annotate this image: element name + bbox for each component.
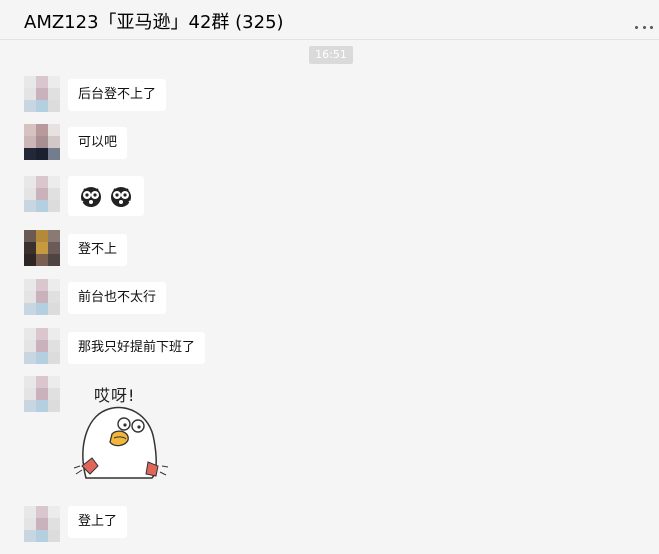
message-bubble[interactable]: 后台登不上了	[68, 79, 167, 111]
chat-window: AMZ123「亚马逊」42群 (325) 16:51 后台登不上了 可以吧 登不…	[0, 0, 659, 554]
sticker-message[interactable]: 哎呀!	[64, 378, 176, 484]
avatar[interactable]	[24, 124, 60, 160]
message-text: 那我只好提前下班了	[78, 340, 196, 355]
message-text: 登上了	[78, 514, 118, 529]
message-text: 后台登不上了	[78, 87, 157, 102]
chat-title: AMZ123「亚马逊」42群 (325)	[24, 12, 284, 33]
avatar[interactable]	[24, 506, 60, 542]
avatar[interactable]	[24, 376, 60, 412]
avatar[interactable]	[24, 230, 60, 266]
more-options-icon[interactable]	[635, 11, 653, 31]
message-text: 前台也不太行	[78, 290, 157, 305]
avatar[interactable]	[24, 279, 60, 315]
message-bubble[interactable]: 前台也不太行	[68, 282, 167, 314]
message-bubble[interactable]: 登上了	[68, 506, 128, 538]
emoji-message-bubble[interactable]	[68, 176, 144, 216]
avatar[interactable]	[24, 176, 60, 212]
sticker-caption: 哎呀!	[94, 386, 136, 405]
message-bubble[interactable]: 那我只好提前下班了	[68, 332, 206, 364]
chat-header: AMZ123「亚马逊」42群 (325)	[0, 0, 659, 40]
dizzy-face-emoji-icon	[81, 187, 101, 207]
message-text: 登不上	[78, 242, 118, 257]
message-bubble[interactable]: 可以吧	[68, 127, 128, 159]
message-text: 可以吧	[78, 135, 118, 150]
message-bubble[interactable]: 登不上	[68, 234, 128, 266]
avatar[interactable]	[24, 76, 60, 112]
avatar[interactable]	[24, 328, 60, 364]
dizzy-face-emoji-icon	[111, 187, 131, 207]
message-timestamp: 16:51	[309, 46, 353, 64]
